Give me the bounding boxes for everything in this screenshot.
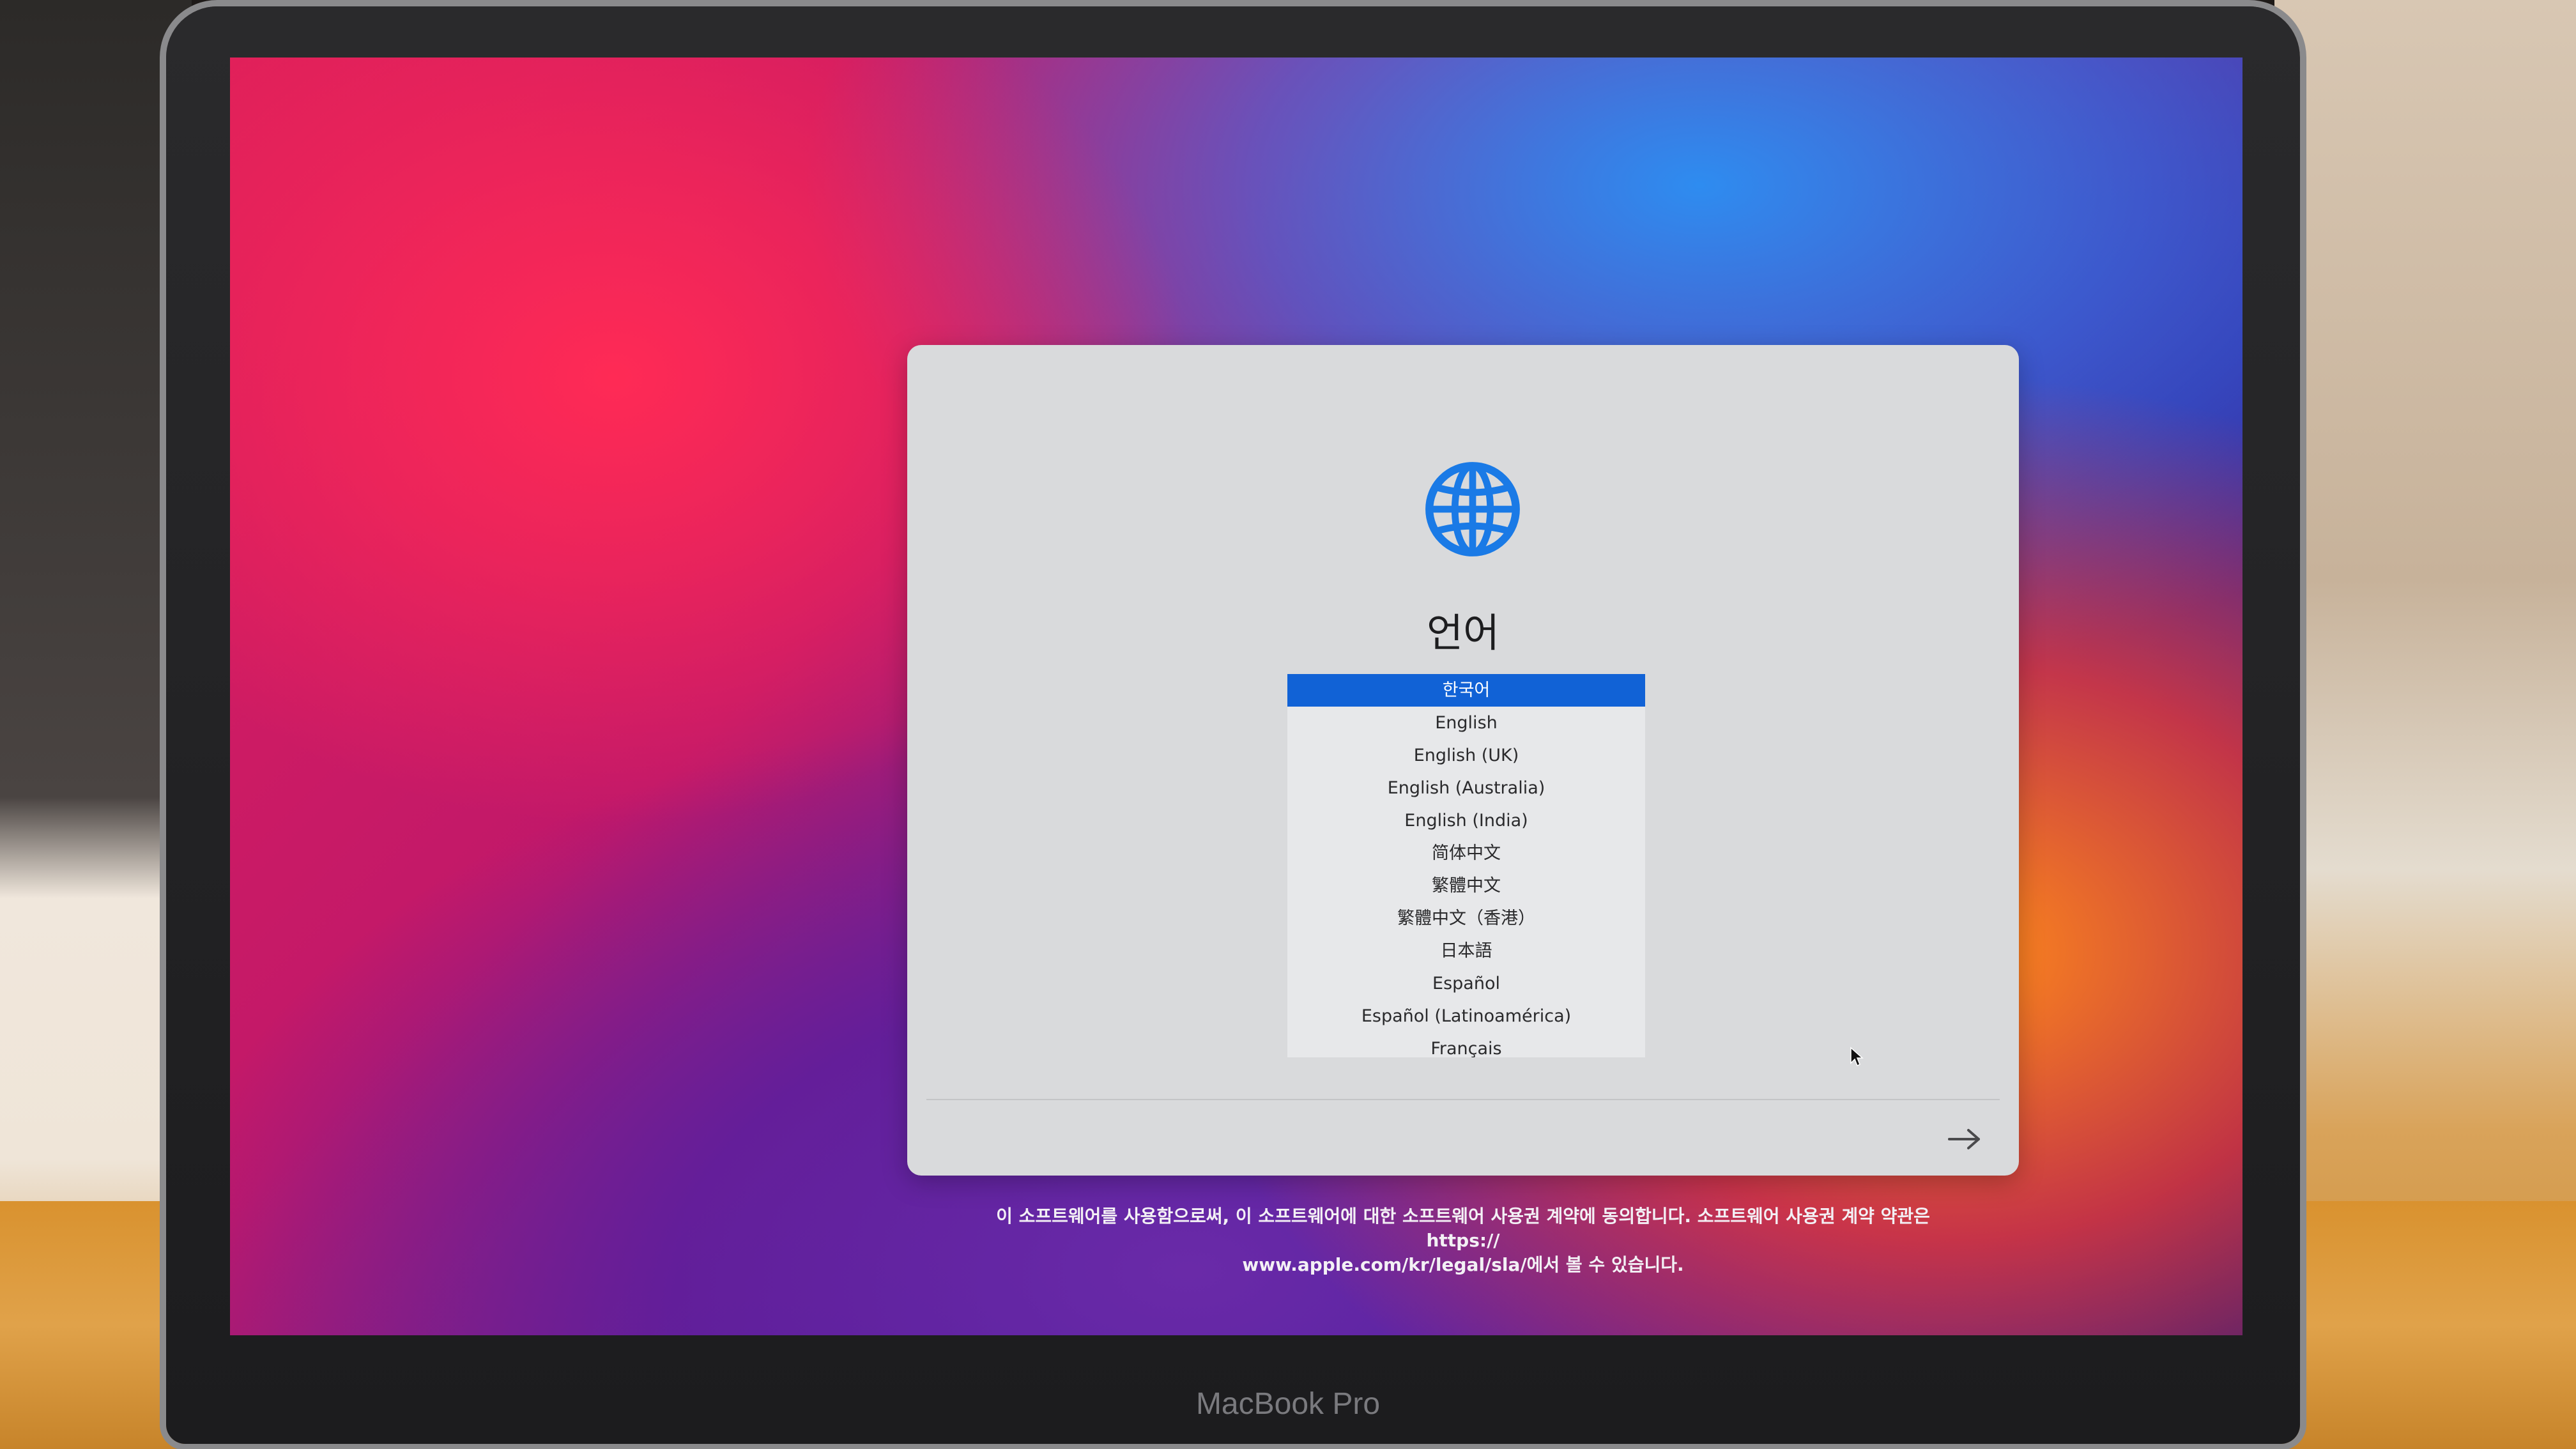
- page-title: 언어: [1426, 610, 1500, 656]
- language-option[interactable]: 한국어: [1287, 674, 1645, 707]
- language-option[interactable]: English (UK): [1287, 739, 1645, 772]
- language-option[interactable]: English (India): [1287, 804, 1645, 837]
- language-list[interactable]: 한국어 English English (UK) English (Australia…: [1287, 674, 1645, 1057]
- language-option[interactable]: 繁體中文: [1287, 870, 1645, 902]
- globe-icon: [1425, 462, 1520, 556]
- mouse-cursor-icon: [1850, 1046, 1864, 1067]
- language-option[interactable]: Français: [1287, 1032, 1645, 1057]
- language-option[interactable]: English (Australia): [1287, 772, 1645, 804]
- language-option[interactable]: 繁體中文（香港）: [1287, 902, 1645, 935]
- arrow-right-icon: [1948, 1129, 1980, 1149]
- language-option[interactable]: 日本語: [1287, 935, 1645, 967]
- footer-divider: [926, 1099, 2000, 1100]
- device-brand-label: MacBook Pro: [1195, 1387, 1381, 1421]
- language-option[interactable]: Español (Latinoamérica): [1287, 1000, 1645, 1032]
- license-notice: 이 소프트웨어를 사용함으로써, 이 소프트웨어에 대한 소프트웨어 사용권 계…: [965, 1204, 1961, 1277]
- next-button[interactable]: [1942, 1121, 1987, 1157]
- language-option[interactable]: English: [1287, 707, 1645, 739]
- license-line-2: www.apple.com/kr/legal/sla/에서 볼 수 있습니다.: [1242, 1254, 1684, 1275]
- license-line-1: 이 소프트웨어를 사용함으로써, 이 소프트웨어에 대한 소프트웨어 사용권 계…: [996, 1206, 1930, 1251]
- language-option[interactable]: 简体中文: [1287, 837, 1645, 870]
- laptop-screen: 언어 한국어 English English (UK) English (Austra…: [230, 57, 2242, 1335]
- language-option[interactable]: Español: [1287, 967, 1645, 1000]
